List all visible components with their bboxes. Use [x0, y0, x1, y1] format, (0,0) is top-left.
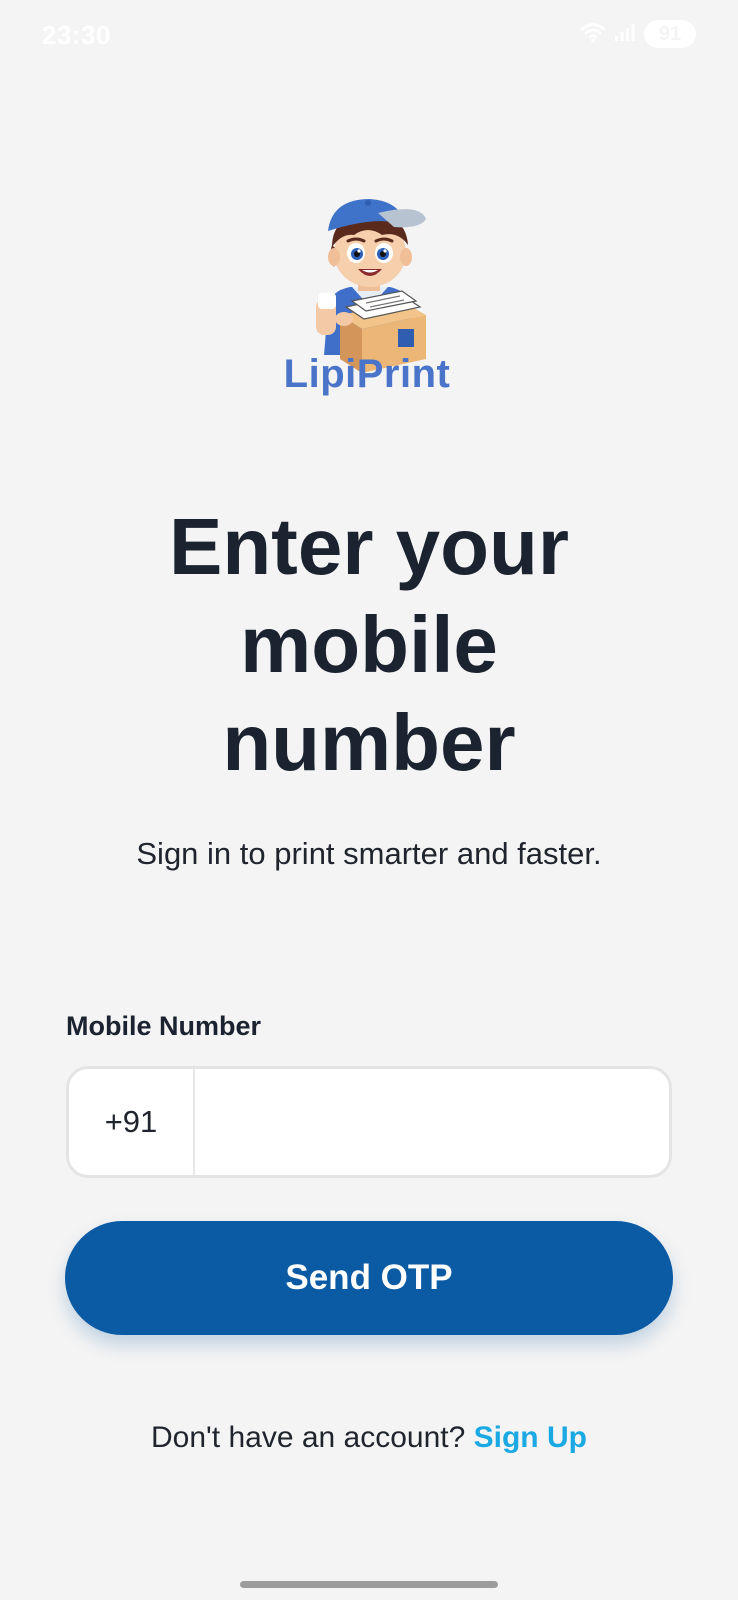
home-indicator[interactable] [240, 1581, 498, 1588]
page-subtitle: Sign in to print smarter and faster. [136, 836, 602, 871]
title-line-3: number [222, 698, 516, 787]
status-time: 23:30 [42, 20, 111, 50]
send-otp-button[interactable]: Send OTP [65, 1221, 673, 1335]
status-bar: 23:30 91 [0, 0, 738, 72]
page-title: Enter your mobile number [0, 498, 738, 792]
signup-row: Don't have an account? Sign Up [0, 1421, 738, 1455]
brand-name: LipiPrint [283, 352, 451, 396]
title-line-2: mobile [240, 600, 498, 689]
mobile-number-field: +91 [66, 1066, 672, 1178]
title-line-1: Enter your [168, 502, 570, 591]
battery-icon: 91 [644, 20, 696, 48]
mobile-number-input[interactable] [195, 1069, 669, 1175]
signup-link[interactable]: Sign Up [474, 1421, 587, 1454]
wifi-icon [580, 21, 606, 48]
signup-prompt: Don't have an account? [151, 1421, 474, 1454]
status-icons: 91 [580, 20, 696, 48]
country-code-prefix: +91 [69, 1069, 195, 1175]
signal-icon [614, 22, 636, 47]
mobile-number-label: Mobile Number [66, 1011, 262, 1041]
